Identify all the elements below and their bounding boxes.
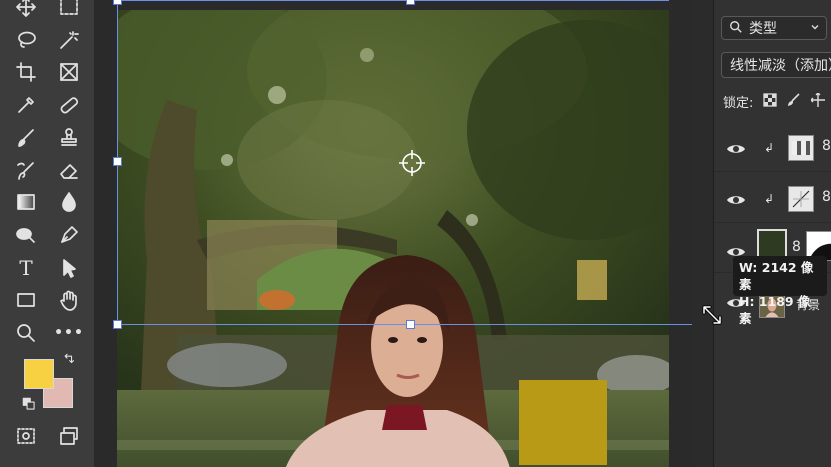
reference-point-icon[interactable] <box>397 148 427 178</box>
crop-icon[interactable] <box>12 58 40 86</box>
history-brush-icon[interactable] <box>12 157 40 185</box>
lock-label: 锁定: <box>723 96 754 111</box>
clipping-arrow-icon: ↲ <box>764 141 775 155</box>
transform-handle-bottom-left[interactable] <box>113 320 122 329</box>
screen-mode-icon[interactable] <box>55 422 83 450</box>
lock-position-icon[interactable] <box>810 92 826 111</box>
stamp-icon[interactable] <box>55 124 83 152</box>
arrow-icon[interactable] <box>55 254 83 282</box>
foreground-color-swatch[interactable] <box>24 359 54 389</box>
lasso-icon[interactable] <box>12 26 40 54</box>
quick-mask-icon[interactable] <box>12 422 40 450</box>
hand-icon[interactable] <box>55 286 83 314</box>
panel-gutter <box>692 0 713 467</box>
document-canvas[interactable] <box>94 0 692 467</box>
gradient-icon[interactable] <box>12 188 40 216</box>
diagonal-resize-cursor-icon <box>701 304 723 326</box>
blend-mode-value: 线性减淡（添加） <box>730 58 831 74</box>
tooltip-height: H: 1189 像素 <box>739 294 811 326</box>
blend-mode-select[interactable]: 线性减淡（添加） <box>721 52 831 78</box>
clipping-arrow-icon: ↲ <box>764 192 775 206</box>
bandage-icon[interactable] <box>55 91 83 119</box>
portrait-photo <box>117 10 669 467</box>
lock-row: 锁定: <box>723 92 826 111</box>
move-icon[interactable] <box>12 0 40 21</box>
magic-wand-icon[interactable] <box>55 26 83 54</box>
eraser-icon[interactable] <box>55 157 83 185</box>
droplet-icon[interactable] <box>55 188 83 216</box>
layer-row-curves[interactable]: ↲ 8 <box>714 175 831 223</box>
transform-handle-middle-left[interactable] <box>113 157 122 166</box>
layers-panel: 类型 线性减淡（添加） 锁定: ↲ 8 ↲ 8 8 背景 <box>713 0 831 467</box>
ellipsis-icon[interactable]: ••• <box>54 319 84 347</box>
mask-link-icon: 8 <box>792 239 801 255</box>
lock-transparency-icon[interactable] <box>763 92 778 111</box>
eyedropper-icon[interactable] <box>12 91 40 119</box>
type-tool-glyph: T <box>19 256 33 280</box>
tools-panel: T ••• <box>0 0 94 467</box>
pen-icon[interactable] <box>55 221 83 249</box>
swap-colors-icon[interactable] <box>60 351 78 369</box>
tooltip-width: W: 2142 像素 <box>739 260 814 292</box>
marquee-icon[interactable] <box>55 0 83 21</box>
transform-handle-top-left[interactable] <box>113 0 122 5</box>
dodge-icon[interactable] <box>12 221 40 249</box>
layer-filter-label: 类型 <box>749 21 777 37</box>
transform-bottom-edge <box>117 324 692 325</box>
chevron-down-icon <box>810 20 820 36</box>
brush-icon[interactable] <box>12 124 40 152</box>
zoom-icon[interactable] <box>12 319 40 347</box>
transform-size-tooltip: W: 2142 像素 H: 1189 像素 <box>733 256 827 326</box>
transform-handle-top-center[interactable] <box>406 0 415 5</box>
eye-icon[interactable] <box>726 192 746 206</box>
more-tools-glyph: ••• <box>54 325 84 341</box>
layer-row-gradient-map[interactable]: ↲ 8 <box>714 124 831 172</box>
lock-pixels-icon[interactable] <box>787 92 801 111</box>
gradient-map-thumbnail <box>788 135 814 161</box>
layer-thumbnail <box>757 229 787 259</box>
type-icon[interactable]: T <box>12 254 40 282</box>
search-icon <box>729 20 745 36</box>
curves-thumbnail <box>788 186 814 212</box>
rectangle-icon[interactable] <box>12 286 40 314</box>
mask-link-icon: 8 <box>822 189 831 205</box>
transform-handle-bottom-center[interactable] <box>406 320 415 329</box>
default-colors-icon[interactable] <box>20 395 38 413</box>
frame-icon[interactable] <box>55 58 83 86</box>
mask-link-icon: 8 <box>822 138 831 154</box>
top-guide-line <box>117 0 669 1</box>
eye-icon[interactable] <box>726 141 746 155</box>
layer-filter-select[interactable]: 类型 <box>721 16 827 40</box>
